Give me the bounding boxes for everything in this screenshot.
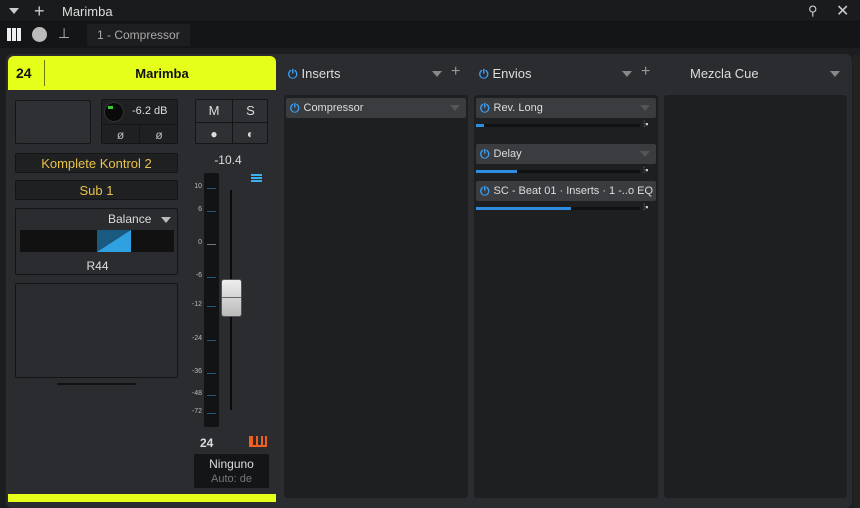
channel-number: 24 bbox=[16, 65, 32, 81]
send-slot[interactable]: ⏻ Delay bbox=[476, 144, 656, 164]
automation-label: Auto: de bbox=[211, 473, 252, 485]
meter-tick bbox=[207, 244, 216, 245]
channel-color-bar bbox=[8, 494, 276, 502]
insert-name: Compressor bbox=[303, 102, 364, 114]
send-level-slider[interactable] bbox=[476, 124, 640, 127]
channel-name: Marimba bbox=[135, 66, 189, 81]
breadcrumb[interactable]: 1 - Compressor bbox=[87, 24, 190, 46]
send-pan-icon[interactable]: ⫶▪ bbox=[643, 119, 648, 130]
pan-slider[interactable] bbox=[20, 230, 174, 252]
window-title: Marimba bbox=[62, 4, 113, 19]
divider bbox=[57, 383, 136, 385]
send-name: Rev. Long bbox=[493, 102, 543, 114]
power-icon[interactable]: ⏻ bbox=[288, 67, 298, 81]
meter-tick bbox=[207, 211, 216, 212]
power-icon[interactable]: ⏻ bbox=[479, 67, 489, 81]
automation-mode: Ninguno bbox=[209, 457, 254, 471]
add-icon[interactable]: + bbox=[34, 1, 45, 22]
meter-tick-label: -36 bbox=[191, 368, 202, 375]
cue-menu-icon[interactable] bbox=[830, 71, 840, 77]
meter-mode-icon[interactable] bbox=[251, 174, 262, 182]
meter-tick bbox=[207, 395, 216, 396]
power-icon[interactable]: ⏻ bbox=[480, 147, 490, 162]
send-level-value: -6.2 dB bbox=[132, 105, 168, 117]
pan-mode[interactable]: Balance bbox=[108, 212, 151, 226]
routing-icon[interactable]: ⊥ bbox=[58, 25, 70, 42]
mute-button[interactable]: M bbox=[196, 100, 232, 122]
meter-tick bbox=[207, 188, 216, 189]
sends-menu-icon[interactable] bbox=[622, 71, 632, 77]
pin-icon[interactable]: ⚲ bbox=[808, 3, 818, 19]
send-name: SC - Beat 01 · Inserts · 1 -..o EQ bbox=[493, 185, 654, 197]
sends-header: ⏻ Envios bbox=[479, 66, 532, 82]
power-icon[interactable]: ⏻ bbox=[290, 101, 300, 116]
instrument-icon[interactable] bbox=[249, 436, 267, 447]
send-level-slider[interactable] bbox=[476, 207, 640, 210]
mixer-view-icon[interactable] bbox=[7, 28, 22, 41]
title-bar: + Marimba ⚲ ✕ bbox=[0, 0, 860, 22]
cue-column bbox=[664, 95, 847, 498]
send-name: Delay bbox=[493, 148, 522, 160]
meter-tick-label: 10 bbox=[194, 183, 202, 190]
record-arm-button[interactable]: ● bbox=[196, 122, 232, 144]
meter-tick-label: 0 bbox=[198, 239, 202, 246]
send-slot[interactable]: ⏻ SC - Beat 01 · Inserts · 1 -..o EQ bbox=[476, 181, 656, 201]
sends-column: ⏻ Rev. Long ⫶▪ ⏻ Delay ⫶▪ ⏻ SC - Beat 01 · In… bbox=[474, 95, 658, 498]
automation-selector[interactable]: Ninguno Auto: de bbox=[194, 454, 269, 488]
sends-title: Envios bbox=[492, 66, 532, 81]
inserts-header: ⏻ Inserts bbox=[288, 66, 341, 82]
meter-tick bbox=[207, 277, 216, 278]
meter-tick-label: -72 bbox=[191, 408, 202, 415]
meter-tick bbox=[207, 306, 216, 307]
send-slot[interactable]: ⏻ Rev. Long bbox=[476, 98, 656, 118]
phase-invert-left-button[interactable]: ø bbox=[102, 124, 140, 144]
meter-tick bbox=[207, 340, 216, 341]
footer-channel-number: 24 bbox=[200, 436, 214, 450]
send-pan-icon[interactable]: ⫶▪ bbox=[643, 202, 648, 213]
power-icon[interactable]: ⏻ bbox=[480, 101, 490, 116]
inserts-title: Inserts bbox=[301, 66, 341, 81]
collapse-icon[interactable] bbox=[9, 8, 19, 14]
input-selector[interactable]: Komplete Kontrol 2 bbox=[15, 153, 178, 173]
close-icon[interactable]: ✕ bbox=[836, 1, 849, 21]
channel-notes-area[interactable] bbox=[15, 283, 178, 378]
fader-value: -10.4 bbox=[214, 153, 242, 167]
meter-tick bbox=[207, 413, 216, 414]
meter-tick-label: -24 bbox=[191, 335, 202, 342]
output-selector[interactable]: Sub 1 bbox=[15, 180, 178, 200]
power-icon[interactable]: ⏻ bbox=[480, 184, 490, 199]
side-strip bbox=[853, 55, 860, 508]
meter-tick-label: 6 bbox=[198, 206, 202, 213]
meter-tick-label: -48 bbox=[191, 390, 202, 397]
volume-fader-handle[interactable] bbox=[221, 279, 242, 318]
toolbar: ⊥ 1 - Compressor bbox=[0, 22, 860, 48]
phase-invert-right-button[interactable]: ø bbox=[140, 124, 178, 144]
send-level-control: -6.2 dB ø ø bbox=[101, 99, 178, 144]
inserts-menu-icon[interactable] bbox=[432, 71, 442, 77]
cue-title: Mezcla Cue bbox=[690, 66, 759, 81]
monitor-button[interactable]: ◐ bbox=[232, 122, 268, 144]
chevron-down-icon[interactable] bbox=[161, 217, 171, 223]
level-knob[interactable] bbox=[104, 102, 124, 122]
add-insert-icon[interactable]: + bbox=[451, 63, 460, 81]
send-pan-icon[interactable]: ⫶▪ bbox=[643, 165, 648, 176]
channel-image-slot[interactable] bbox=[15, 100, 91, 144]
inserts-column: ⏻ Compressor bbox=[284, 95, 468, 498]
pan-control: Balance R44 bbox=[15, 208, 178, 275]
add-send-icon[interactable]: + bbox=[641, 63, 650, 81]
pan-value: R44 bbox=[86, 259, 109, 273]
divider bbox=[44, 60, 45, 86]
meter-tick-label: -12 bbox=[191, 301, 202, 308]
channel-header[interactable]: 24 Marimba bbox=[8, 56, 276, 90]
solo-button[interactable]: S bbox=[232, 100, 268, 122]
meter-tick bbox=[207, 373, 216, 374]
mute-solo-group: M S ● ◐ bbox=[195, 99, 268, 144]
insert-slot[interactable]: ⏻ Compressor bbox=[286, 98, 466, 118]
knob-view-icon[interactable] bbox=[32, 27, 47, 42]
meter-tick-label: -6 bbox=[195, 272, 202, 279]
send-level-slider[interactable] bbox=[476, 170, 640, 173]
